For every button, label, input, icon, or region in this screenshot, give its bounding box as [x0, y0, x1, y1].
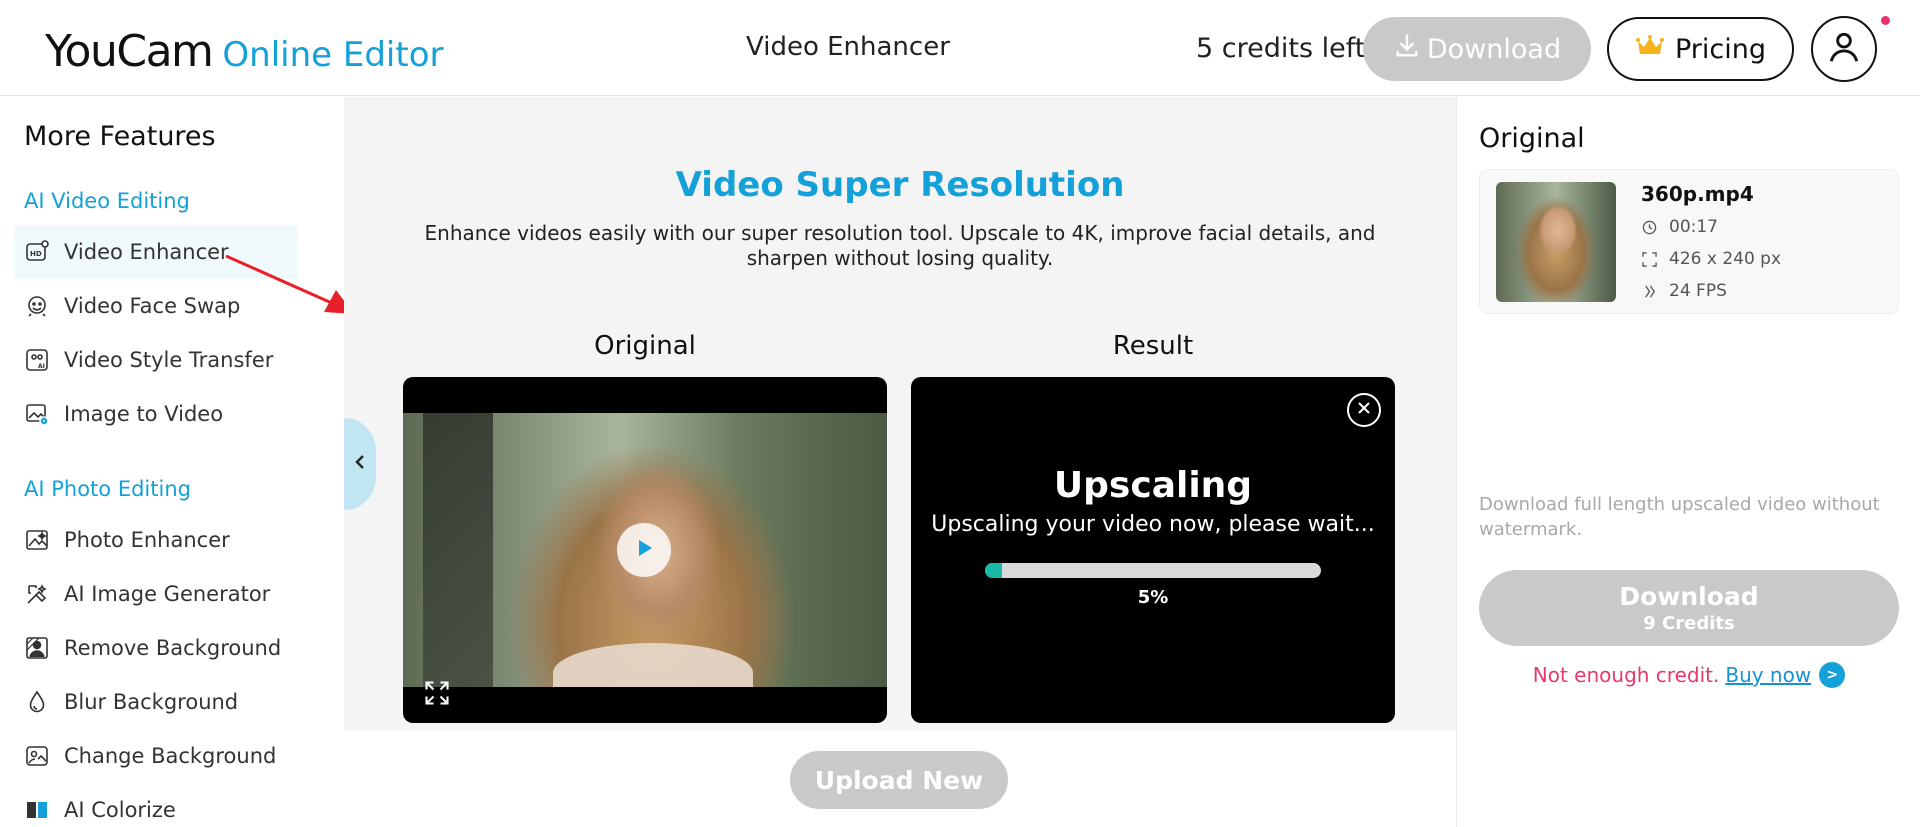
sidebar-heading: More Features: [24, 121, 216, 152]
header-download-button[interactable]: Download: [1363, 17, 1591, 81]
svg-text:HD: HD: [30, 250, 42, 258]
colorize-icon: [22, 795, 52, 825]
close-icon: [1356, 400, 1372, 421]
crown-icon: [1635, 34, 1665, 65]
change-background-icon: [22, 741, 52, 771]
pricing-label: Pricing: [1674, 33, 1766, 65]
features-sidebar: More Features AI Video Editing HD Video …: [0, 97, 344, 827]
result-column-label: Result: [1112, 331, 1194, 361]
right-panel-footer: [1456, 731, 1920, 827]
sidebar-item-change-background[interactable]: Change Background: [14, 729, 298, 783]
duration-value: 00:17: [1669, 217, 1718, 237]
main-workspace: Video Super Resolution Enhance videos ea…: [344, 97, 1456, 731]
sidebar-item-ai-image-generator[interactable]: AI Image Generator: [14, 567, 298, 621]
sidebar-item-image-to-video[interactable]: Image to Video: [14, 387, 298, 441]
download-credit-cost: 9 Credits: [1643, 613, 1735, 634]
logo[interactable]: YouCam Online Editor: [45, 26, 444, 77]
annotation-arrow-icon: [225, 254, 354, 314]
user-icon: [1825, 28, 1863, 71]
chevron-left-icon: [353, 453, 367, 476]
file-info-card: 360p.mp4 00:17 426 x 240 px 24 FPS: [1479, 169, 1899, 314]
top-header: YouCam Online Editor Video Enhancer 5 cr…: [0, 0, 1920, 96]
blur-drop-icon: [22, 687, 52, 717]
original-video-player[interactable]: [403, 377, 887, 723]
download-note: Download full length upscaled video with…: [1479, 494, 1880, 540]
hd-video-icon: HD: [22, 237, 52, 267]
feature-title: Video Super Resolution: [675, 165, 1125, 205]
download-full-video-button[interactable]: Download 9 Credits: [1479, 570, 1899, 646]
sidebar-item-label: Video Face Swap: [64, 294, 241, 318]
arrow-right-icon[interactable]: >: [1819, 662, 1846, 688]
download-icon: [1393, 32, 1421, 67]
cancel-upscale-button[interactable]: [1347, 393, 1381, 427]
sidebar-item-video-style-transfer[interactable]: AI Video Style Transfer: [14, 333, 298, 387]
sidebar-item-label: Change Background: [64, 744, 277, 768]
remove-background-icon: [22, 633, 52, 663]
upscaling-title: Upscaling: [1053, 465, 1253, 506]
sidebar-item-label: Remove Background: [64, 636, 282, 660]
pricing-button[interactable]: Pricing: [1607, 17, 1794, 81]
sidebar-section-ai-photo: AI Photo Editing: [24, 477, 191, 501]
fps-icon: [1641, 283, 1657, 299]
image-generator-icon: [22, 579, 52, 609]
photo-enhancer-icon: [22, 525, 52, 555]
notification-dot: [1881, 16, 1890, 25]
credit-warning-text: Not enough credit.: [1532, 663, 1720, 687]
upscaling-message: Upscaling your video now, please wait...: [931, 512, 1375, 537]
progress-fill: [985, 563, 1002, 578]
feature-description: Enhance videos easily with our super res…: [424, 221, 1376, 270]
sidebar-item-ai-colorize[interactable]: AI Colorize: [14, 783, 298, 827]
download-button-label: Download: [1619, 582, 1759, 611]
duration-row: 00:17: [1641, 217, 1718, 237]
sidebar-item-label: AI Image Generator: [64, 582, 271, 606]
user-avatar-button[interactable]: [1811, 16, 1877, 82]
face-swap-icon: [22, 291, 52, 321]
image-to-video-icon: [22, 399, 52, 429]
logo-sub-text: Online Editor: [222, 35, 444, 75]
right-panel: Original 360p.mp4 00:17 426 x 240 px 24 …: [1456, 97, 1920, 731]
resolution-row: 426 x 240 px: [1641, 249, 1781, 269]
video-thumbnail: [1496, 182, 1616, 302]
sidebar-item-label: Video Style Transfer: [64, 348, 274, 372]
file-name: 360p.mp4: [1641, 182, 1754, 206]
fps-value: 24 FPS: [1669, 281, 1727, 301]
play-icon: [633, 537, 655, 564]
upload-new-button[interactable]: Upload New: [790, 751, 1008, 809]
credits-remaining: 5 credits left: [1196, 33, 1366, 64]
logo-main-text: YouCam: [45, 26, 214, 77]
sidebar-item-label: AI Colorize: [64, 798, 176, 822]
sidebar-item-blur-background[interactable]: Blur Background: [14, 675, 298, 729]
bottom-bar: Upload New: [344, 731, 1456, 827]
sidebar-item-remove-background[interactable]: Remove Background: [14, 621, 298, 675]
svg-text:AI: AI: [38, 363, 45, 370]
resolution-frame-icon: [1641, 251, 1657, 267]
fullscreen-expand-icon[interactable]: [423, 679, 451, 707]
sidebar-item-label: Blur Background: [64, 690, 239, 714]
header-download-label: Download: [1426, 33, 1562, 65]
result-video-panel: Upscaling Upscaling your video now, plea…: [911, 377, 1395, 723]
original-column-label: Original: [594, 331, 696, 361]
sidebar-section-ai-video: AI Video Editing: [24, 189, 190, 213]
play-button[interactable]: [617, 523, 671, 577]
upscale-progress-bar: [985, 563, 1321, 578]
credit-warning: Not enough credit. Buy now >: [1457, 662, 1920, 688]
fps-row: 24 FPS: [1641, 281, 1727, 301]
buy-now-link[interactable]: Buy now: [1725, 663, 1811, 687]
sidebar-item-label: Image to Video: [64, 402, 224, 426]
page-title: Video Enhancer: [746, 32, 950, 62]
style-transfer-icon: AI: [22, 345, 52, 375]
progress-percent: 5%: [1137, 587, 1169, 608]
right-panel-heading: Original: [1479, 123, 1585, 154]
sidebar-item-label: Video Enhancer: [64, 240, 229, 264]
sidebar-item-photo-enhancer[interactable]: Photo Enhancer: [14, 513, 298, 567]
resolution-value: 426 x 240 px: [1669, 249, 1782, 269]
sidebar-item-label: Photo Enhancer: [64, 528, 230, 552]
clock-icon: [1641, 219, 1657, 235]
